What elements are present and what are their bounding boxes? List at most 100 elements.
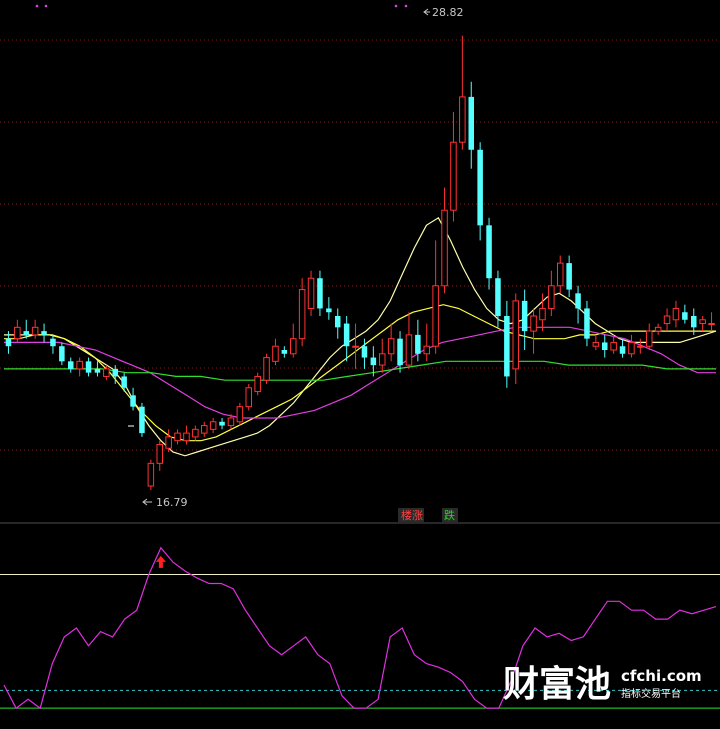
low-price-label: 16.79: [156, 496, 188, 509]
candle-body-up: [352, 345, 359, 348]
watermark-tagline: 指标交易平台: [621, 687, 681, 700]
candle-body-up: [405, 334, 413, 366]
candle-body-down: [67, 361, 74, 369]
candle-body-up: [672, 307, 680, 321]
candle-body-up: [548, 285, 555, 309]
candle-body-up: [263, 357, 270, 381]
candle-body-down: [219, 421, 225, 426]
candle-body-down: [397, 338, 403, 366]
watermark-logo: 财富池 cfchi.com 指标交易平台: [503, 663, 702, 705]
candle-body-up: [183, 432, 190, 442]
candle-body-up: [192, 428, 199, 438]
ma-line-1: [4, 216, 717, 457]
candle-body-up: [174, 432, 181, 442]
candle-body-down: [682, 312, 688, 320]
candle-body-up: [637, 345, 644, 348]
candle-body-up: [103, 368, 110, 377]
candle-body-up: [307, 277, 315, 309]
candle-body-up: [450, 141, 457, 211]
candle-body-up: [254, 375, 261, 393]
candle-body-up: [708, 323, 715, 326]
candle-body-up: [459, 96, 466, 143]
candle-body-down: [281, 350, 288, 354]
moving-averages: [4, 216, 717, 457]
candle-body-up: [236, 406, 244, 423]
signal-badge-down-label: 跌: [444, 508, 455, 522]
candle-body-up: [628, 341, 635, 355]
price-gridlines: [0, 39, 720, 451]
low-annotation: 16.79: [142, 496, 188, 509]
candle-body-up: [289, 338, 297, 355]
candle-body-down: [326, 308, 332, 313]
candle-body-down: [584, 308, 590, 339]
candle-body-up: [592, 341, 600, 347]
candle-body-down: [361, 346, 368, 358]
candle-body-down: [112, 368, 119, 377]
ma-line-3: [4, 326, 716, 419]
candle-body-down: [370, 357, 377, 366]
candle-body-down: [50, 338, 56, 347]
stock-chart: 28.82 16.79 楼涨 跌 财富池 cfchi.com 指标交易平台: [0, 4, 720, 710]
candle-body-down: [619, 346, 626, 354]
candle-body-down: [690, 316, 697, 328]
candle-body-up: [432, 285, 439, 347]
candle-body-up: [387, 338, 395, 355]
candle-body-up: [645, 330, 653, 347]
candle-body-down: [575, 293, 581, 309]
candle-body-down: [121, 376, 127, 388]
candle-body-up: [31, 326, 39, 336]
top-dots: [35, 4, 408, 8]
candle-body-up: [298, 289, 306, 340]
candle-body-up: [165, 436, 172, 449]
candlesticks: [5, 35, 715, 491]
candle-body-down: [504, 316, 510, 377]
ma-line-4: [4, 360, 716, 381]
candle-body-down: [415, 334, 421, 354]
indicator-panel: [0, 546, 720, 710]
candle-body-down: [495, 278, 501, 316]
candle-body-up: [663, 315, 671, 325]
signal-badge-down: 跌: [442, 508, 458, 522]
buy-arrow-icon: [155, 555, 166, 568]
ma-line-2: [4, 304, 716, 442]
candle-body-up: [378, 353, 386, 366]
candle-body-down: [317, 278, 323, 309]
candle-body-up: [610, 341, 617, 351]
candle-body-up: [227, 417, 235, 427]
candle-body-down: [566, 263, 572, 290]
candle-body-down: [521, 300, 528, 332]
high-price-label: 28.82: [432, 6, 464, 19]
candle-body-up: [147, 462, 155, 487]
candle-body-up: [272, 345, 279, 362]
signal-badge-up-label: 楼涨: [401, 508, 423, 522]
candle-body-up: [530, 315, 537, 332]
candle-body-up: [14, 326, 21, 340]
candle-body-up: [423, 345, 431, 355]
candle-body-up: [539, 307, 546, 321]
candle-body-up: [654, 326, 662, 332]
candle-body-down: [5, 338, 12, 347]
high-annotation: 28.82: [423, 6, 464, 19]
candle-body-up: [76, 360, 83, 370]
candle-body-down: [334, 316, 341, 328]
candle-body-down: [85, 361, 92, 373]
candle-body-up: [556, 262, 564, 287]
candle-body-up: [441, 209, 448, 287]
watermark-brand: 财富池: [503, 663, 611, 705]
watermark-url: cfchi.com: [621, 667, 702, 685]
candle-body-up: [245, 387, 253, 408]
signal-badge-up: 楼涨: [398, 508, 424, 522]
candle-body-down: [468, 96, 475, 150]
candle-body-down: [23, 331, 30, 335]
candle-body-down: [94, 368, 101, 373]
candle-body-down: [41, 331, 47, 335]
candle-body-up: [209, 421, 217, 430]
candle-body-down: [130, 395, 136, 407]
candle-body-up: [699, 319, 706, 325]
candle-body-down: [486, 225, 492, 279]
candle-body-down: [477, 149, 483, 226]
candle-body-down: [59, 346, 65, 362]
candle-body-up: [512, 300, 520, 370]
candle-body-up: [200, 425, 208, 434]
candle-body-down: [343, 323, 350, 347]
